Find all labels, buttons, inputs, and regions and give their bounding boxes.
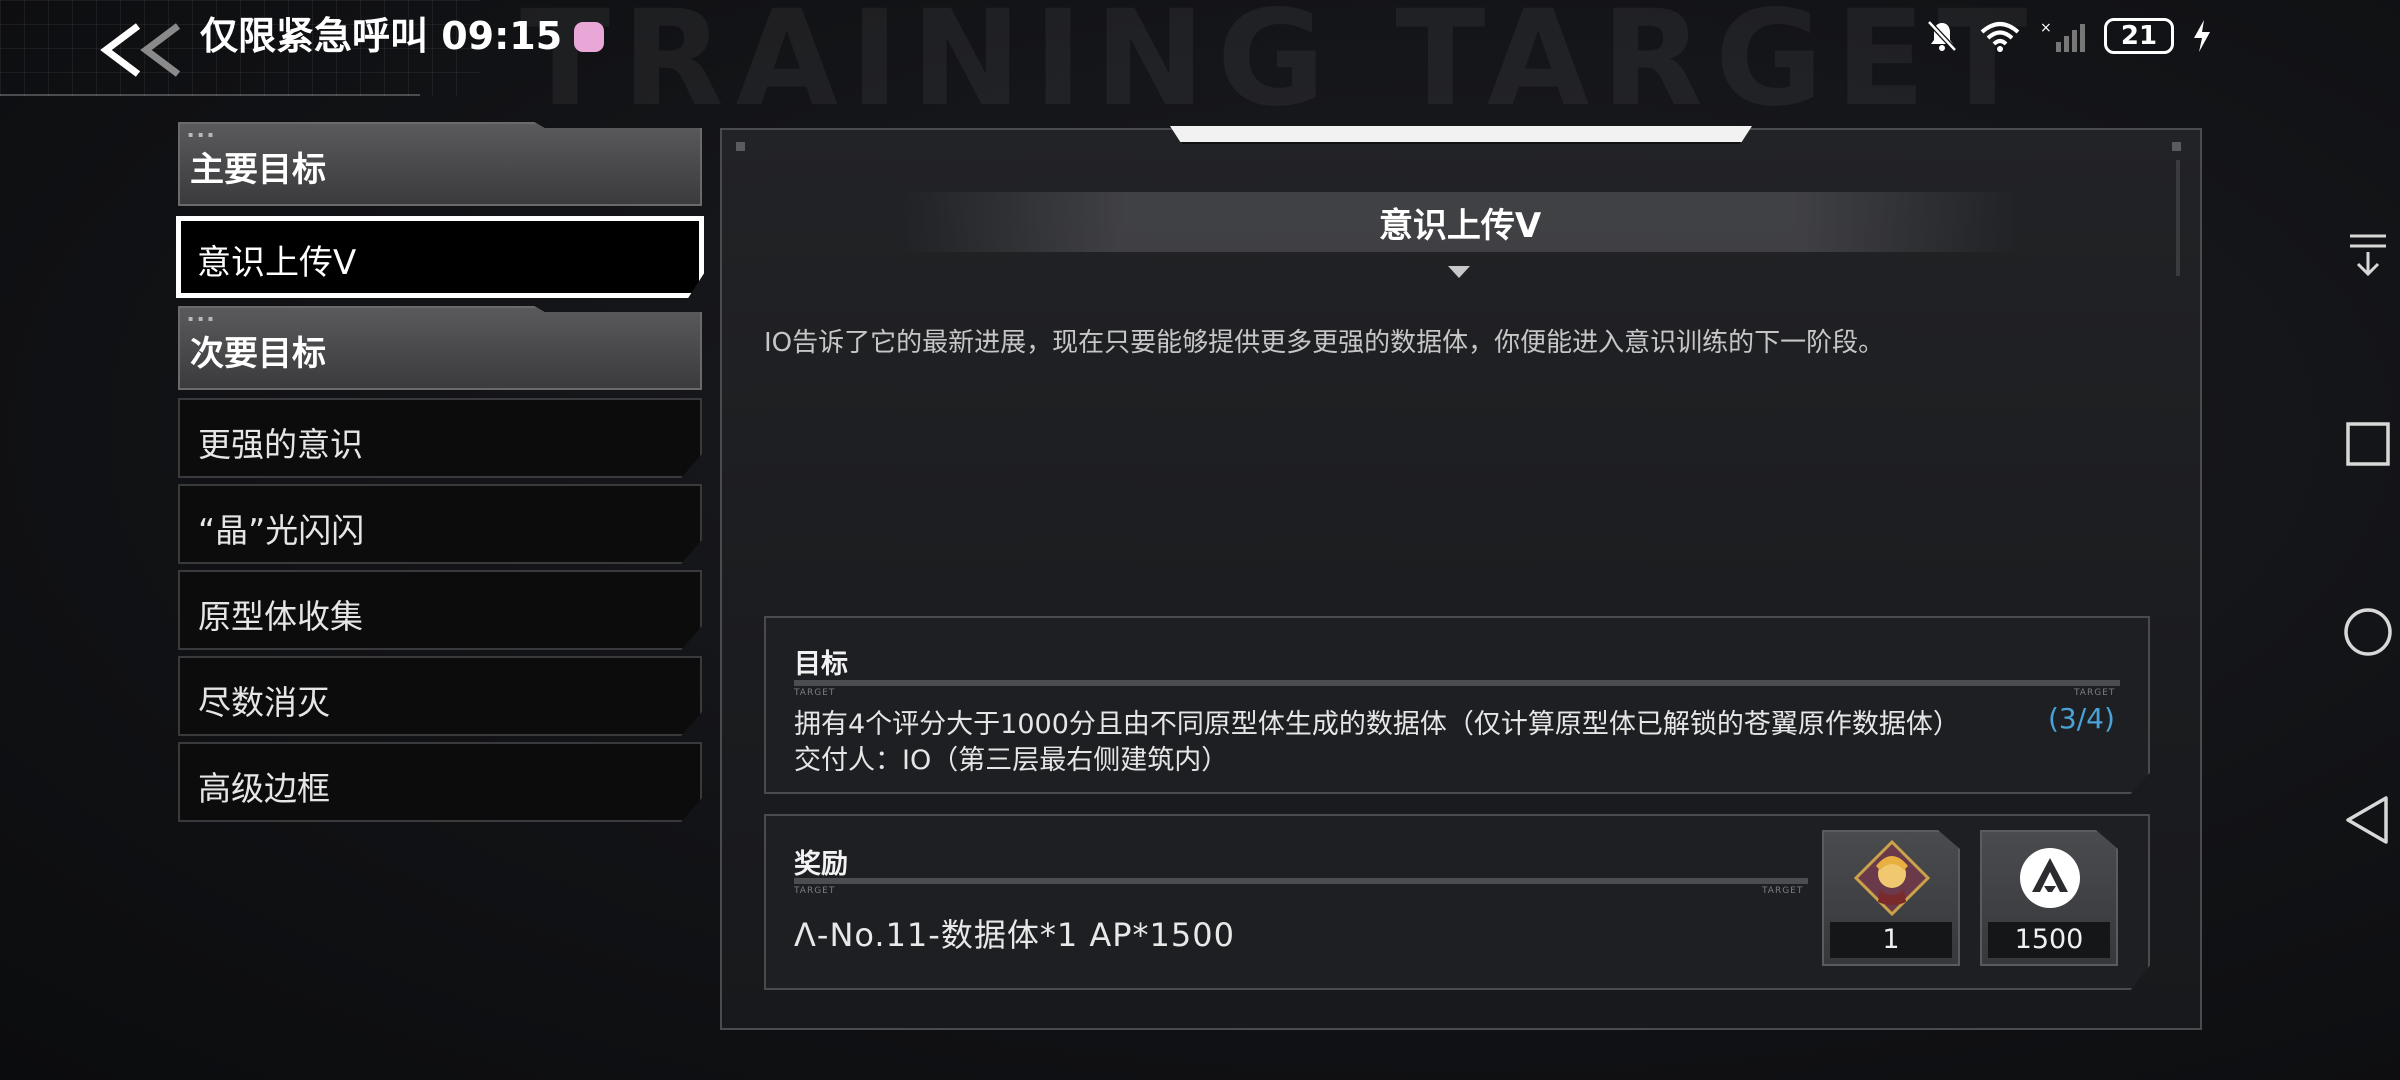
- header-decoration: ▪ ▪ ▪: [188, 130, 215, 139]
- status-icons: × 21: [1924, 14, 2212, 58]
- corner-marker: [2172, 142, 2181, 151]
- character-portrait-icon: [1854, 840, 1930, 916]
- objective-item-label: 更强的意识: [198, 425, 363, 464]
- double-chevron-left-icon: [100, 23, 181, 77]
- svg-text:×: ×: [2040, 20, 2052, 36]
- reward-item-ap[interactable]: 1500: [1980, 830, 2118, 966]
- charging-icon: [2194, 20, 2210, 52]
- battery-icon: 21: [2104, 18, 2174, 54]
- target-tag-right: TARGET: [2074, 688, 2116, 698]
- back-button[interactable]: [96, 18, 196, 82]
- objective-item-selected[interactable]: 意识上传V: [176, 216, 704, 298]
- reward-rule: [794, 878, 1808, 884]
- corner-marker: [736, 142, 745, 151]
- objective-item-label: 意识上传V: [197, 243, 357, 283]
- objective-item[interactable]: 尽数消灭: [178, 656, 702, 736]
- objective-item-label: 尽数消灭: [198, 683, 330, 722]
- reward-item-datacard[interactable]: 1: [1822, 830, 1960, 966]
- main-objectives-label: 主要目标: [190, 150, 326, 190]
- header-decoration: ▪ ▪ ▪: [188, 314, 215, 323]
- objective-item-label: 高级边框: [198, 769, 330, 808]
- caret-down-icon: [1448, 266, 1470, 278]
- header-rule: [0, 94, 420, 96]
- reward-item-count: 1500: [1988, 922, 2110, 958]
- target-section: 目标 TARGET TARGET 拥有4个评分大于1000分且由不同原型体生成的…: [764, 616, 2150, 794]
- objective-item-label: 原型体收集: [198, 597, 363, 636]
- download-icon[interactable]: [2340, 226, 2396, 282]
- target-rule: [794, 680, 2120, 686]
- mute-bell-icon: [1927, 20, 1957, 52]
- panel-top-tab: [1170, 126, 1752, 144]
- objective-title: 意识上传V: [1378, 206, 1542, 246]
- panel-scrollbar[interactable]: [2176, 160, 2180, 276]
- reward-tag-left: TARGET: [794, 886, 836, 896]
- reward-tag-right: TARGET: [1762, 886, 1804, 896]
- target-deliver-to: 交付人：IO（第三层最右侧建筑内）: [794, 745, 1229, 776]
- recents-square-icon[interactable]: [2340, 416, 2396, 472]
- page-watermark: TRAINING TARGET: [520, 0, 2040, 136]
- objective-item[interactable]: “晶”光闪闪: [178, 484, 702, 564]
- objective-item[interactable]: 高级边框: [178, 742, 702, 822]
- main-objectives-header: ▪ ▪ ▪ 主要目标: [178, 122, 702, 206]
- secondary-objectives-label: 次要目标: [190, 334, 326, 374]
- back-triangle-icon[interactable]: [2340, 792, 2396, 848]
- app-notification-icon: [574, 22, 604, 52]
- target-progress: (3/4): [2048, 702, 2115, 735]
- status-carrier-time: 仅限紧急呼叫 09:15: [200, 14, 563, 58]
- objective-item-label: “晶”光闪闪: [198, 511, 365, 550]
- signal-icon: ×: [2040, 20, 2085, 52]
- reward-item-count: 1: [1830, 922, 1952, 958]
- objective-item[interactable]: 原型体收集: [178, 570, 702, 650]
- reward-summary: Λ-No.11-数据体*1 AP*1500: [794, 916, 1235, 954]
- ap-logo-icon: [2020, 848, 2080, 908]
- target-header: 目标: [794, 649, 848, 680]
- target-tag-left: TARGET: [794, 688, 836, 698]
- wifi-icon: [1980, 22, 2020, 52]
- secondary-objectives-header: ▪ ▪ ▪ 次要目标: [178, 306, 702, 390]
- reward-header: 奖励: [794, 849, 848, 880]
- target-requirement: 拥有4个评分大于1000分且由不同原型体生成的数据体（仅计算原型体已解锁的苍翼原…: [794, 709, 1960, 740]
- objective-description: IO告诉了它的最新进展，现在只要能够提供更多更强的数据体，你便能进入意识训练的下…: [764, 328, 1885, 358]
- home-circle-icon[interactable]: [2340, 604, 2396, 660]
- objective-item[interactable]: 更强的意识: [178, 398, 702, 478]
